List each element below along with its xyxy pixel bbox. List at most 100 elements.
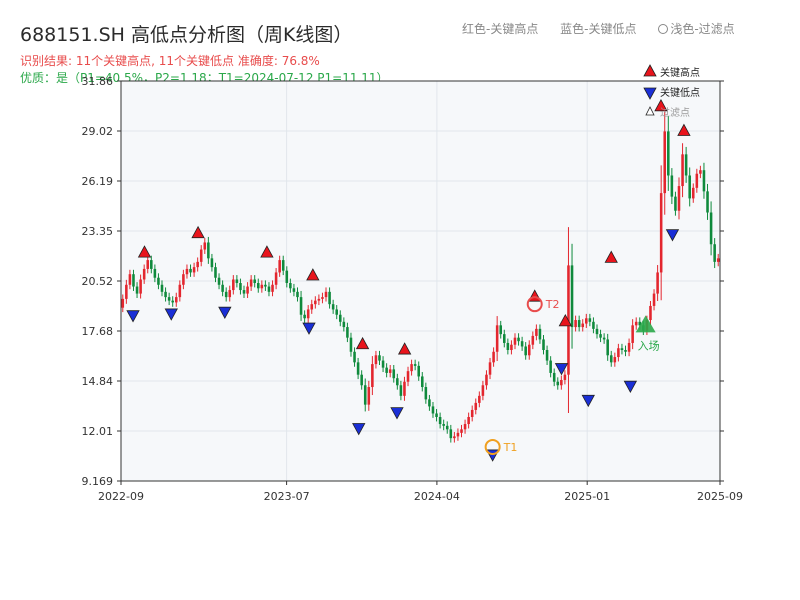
candle-body bbox=[595, 328, 599, 335]
candle-body bbox=[253, 279, 256, 284]
candle-body bbox=[310, 304, 314, 310]
candle-body bbox=[517, 337, 520, 342]
candle-body bbox=[132, 274, 135, 287]
candle-body bbox=[178, 284, 182, 298]
candle-body bbox=[716, 258, 720, 262]
candle-body bbox=[699, 170, 702, 174]
candle-body bbox=[627, 342, 631, 352]
candle-body bbox=[702, 170, 706, 192]
y-tick-label: 29.02 bbox=[82, 125, 114, 138]
candle-body bbox=[199, 249, 203, 262]
legend-item-label: 关键低点 bbox=[660, 86, 700, 99]
candle-body bbox=[160, 284, 164, 292]
candle-body bbox=[260, 284, 264, 289]
candle-body bbox=[303, 314, 306, 319]
candle-body bbox=[602, 337, 606, 340]
candle-body bbox=[535, 328, 538, 336]
candle-body bbox=[478, 395, 481, 403]
candle-body bbox=[306, 309, 310, 319]
y-tick-label: 12.01 bbox=[82, 425, 114, 438]
candle-body bbox=[453, 436, 456, 439]
candle-body bbox=[210, 258, 214, 268]
candle-body bbox=[713, 244, 716, 262]
t1-marker-label: T1 bbox=[503, 441, 518, 454]
x-tick-label: 2025-09 bbox=[697, 490, 743, 503]
candle-body bbox=[406, 371, 410, 382]
candlestick-chart: 9.169 12.01 14.84 17.68 20.52 23.35 26.19 29.02… bbox=[82, 64, 743, 503]
candle-body bbox=[570, 265, 574, 328]
candle-body bbox=[549, 360, 552, 373]
candle-body bbox=[620, 348, 624, 351]
candle-body bbox=[146, 260, 150, 269]
candle-body bbox=[563, 374, 567, 380]
candle-body bbox=[460, 429, 463, 433]
candle-body bbox=[214, 267, 217, 278]
candle-body bbox=[256, 283, 260, 289]
candle-body bbox=[485, 374, 488, 386]
candle-body bbox=[399, 385, 403, 396]
candle-body bbox=[606, 339, 609, 356]
candle-body bbox=[182, 274, 185, 285]
candle-body bbox=[667, 131, 670, 176]
y-tick-label: 14.84 bbox=[82, 375, 114, 388]
x-tick-label: 2025-01 bbox=[564, 490, 610, 503]
candle-body bbox=[381, 360, 385, 368]
candle-body bbox=[613, 357, 617, 363]
t2-marker-label: T2 bbox=[545, 298, 560, 311]
candle-body bbox=[232, 279, 235, 291]
candle-body bbox=[663, 131, 667, 194]
candle-body bbox=[656, 272, 659, 294]
candle-body bbox=[331, 304, 335, 310]
candle-body bbox=[396, 378, 399, 386]
y-tick-label: 20.52 bbox=[82, 275, 114, 288]
candle-body bbox=[481, 385, 485, 396]
candle-body bbox=[228, 290, 232, 298]
entry-marker-label: 入场 bbox=[638, 338, 660, 352]
candle-body bbox=[428, 399, 431, 407]
candle-body bbox=[196, 261, 199, 268]
candle-body bbox=[552, 372, 556, 382]
legend-item-label: 过滤点 bbox=[660, 106, 690, 119]
candle-body bbox=[153, 268, 157, 278]
candle-body bbox=[435, 413, 438, 417]
candle-body bbox=[599, 334, 602, 338]
candle-body bbox=[157, 277, 160, 285]
candle-body bbox=[142, 268, 146, 280]
candle-body bbox=[556, 381, 560, 386]
candle-body bbox=[681, 154, 684, 187]
candle-body bbox=[524, 346, 527, 356]
candle-body bbox=[274, 272, 278, 285]
candle-body bbox=[324, 291, 328, 298]
candle-body bbox=[634, 321, 638, 326]
y-tick-label: 9.169 bbox=[82, 475, 114, 488]
y-tick-label: 26.19 bbox=[82, 175, 114, 188]
candle-body bbox=[410, 364, 413, 372]
candle-body bbox=[367, 387, 371, 405]
candle-body bbox=[492, 351, 495, 363]
candle-body bbox=[125, 284, 128, 299]
candle-body bbox=[164, 291, 167, 298]
candle-body bbox=[574, 320, 577, 328]
x-tick-label: 2023-07 bbox=[264, 490, 310, 503]
candle-body bbox=[585, 318, 588, 324]
candle-body bbox=[317, 298, 321, 301]
candle-body bbox=[167, 297, 171, 301]
candle-body bbox=[281, 260, 285, 271]
candle-body bbox=[527, 344, 531, 356]
candle-body bbox=[467, 416, 470, 425]
candle-body bbox=[292, 288, 296, 292]
candle-body bbox=[278, 260, 281, 273]
candle-body bbox=[413, 364, 417, 366]
candle-body bbox=[684, 154, 688, 176]
candle-body bbox=[192, 267, 196, 273]
x-tick-label: 2024-04 bbox=[414, 490, 460, 503]
candle-body bbox=[374, 355, 378, 365]
candle-body bbox=[542, 339, 545, 351]
candle-body bbox=[328, 291, 331, 305]
candle-body bbox=[609, 355, 613, 363]
candle-body bbox=[445, 425, 449, 430]
candle-body bbox=[171, 300, 174, 303]
candle-body bbox=[285, 270, 289, 284]
candle-body bbox=[203, 242, 207, 250]
candle-body bbox=[709, 212, 713, 245]
